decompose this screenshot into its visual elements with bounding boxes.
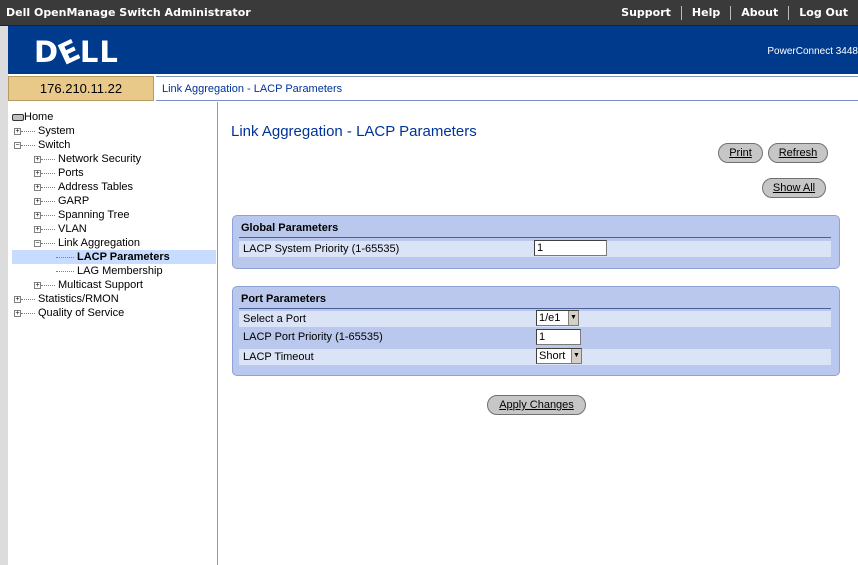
- tree-item-address-tables[interactable]: + Address Tables: [12, 180, 216, 194]
- product-model: PowerConnect 3448: [767, 46, 858, 57]
- nav-tree: Home + System − Switch + Network Security +…: [12, 110, 216, 320]
- tree-item-system[interactable]: + System: [12, 124, 216, 138]
- brand-bar: DELL PowerConnect 3448: [0, 26, 858, 74]
- timeout-row: LACP Timeout: [239, 349, 831, 365]
- tree-item-switch[interactable]: − Switch: [12, 138, 216, 152]
- expand-icon[interactable]: +: [34, 211, 41, 219]
- left-border: [0, 26, 8, 565]
- tree-item-multicast-support[interactable]: + Multicast Support: [12, 278, 216, 292]
- tree-item-vlan[interactable]: + VLAN: [12, 222, 216, 236]
- about-link[interactable]: About: [730, 6, 788, 20]
- breadcrumb-text: Link Aggregation - LACP Parameters: [162, 83, 343, 95]
- tree-item-network-security[interactable]: + Network Security: [12, 152, 216, 166]
- select-port-label: Select a Port: [243, 313, 306, 325]
- port-priority-label: LACP Port Priority (1-65535): [243, 331, 383, 343]
- timeout-dropdown[interactable]: Short ▼: [536, 348, 582, 364]
- tree-item-ports[interactable]: + Ports: [12, 166, 216, 180]
- support-link[interactable]: Support: [611, 6, 681, 20]
- port-priority-row: LACP Port Priority (1-65535): [239, 329, 831, 345]
- tree-item-lacp-parameters[interactable]: LACP Parameters: [12, 250, 216, 264]
- global-parameters-header: Global Parameters: [241, 222, 339, 234]
- show-all-button[interactable]: Show All: [762, 178, 826, 198]
- tree-item-home[interactable]: Home: [12, 110, 216, 124]
- expand-icon[interactable]: +: [34, 183, 41, 191]
- home-icon: [12, 113, 24, 121]
- device-ip: 176.210.11.22: [8, 76, 154, 101]
- logout-link[interactable]: Log Out: [788, 6, 858, 20]
- port-priority-input[interactable]: 1: [536, 329, 581, 345]
- collapse-icon[interactable]: −: [34, 239, 41, 247]
- print-button[interactable]: Print: [718, 143, 763, 163]
- tree-item-statistics-rmon[interactable]: + Statistics/RMON: [12, 292, 216, 306]
- expand-icon[interactable]: +: [34, 155, 41, 163]
- select-port-dropdown[interactable]: 1/e1 ▼: [536, 310, 579, 326]
- expand-icon[interactable]: +: [34, 197, 41, 205]
- dropdown-arrow-icon: ▼: [568, 311, 578, 325]
- expand-icon[interactable]: +: [14, 295, 21, 303]
- navigation-frame: Home + System − Switch + Network Security +…: [8, 102, 218, 565]
- top-menu: Support Help About Log Out: [611, 0, 858, 26]
- dell-logo: DELL: [34, 32, 119, 72]
- dropdown-arrow-icon: ▼: [571, 349, 581, 363]
- select-port-row: Select a Port: [239, 311, 831, 327]
- expand-icon[interactable]: +: [34, 225, 41, 233]
- collapse-icon[interactable]: −: [14, 141, 21, 149]
- timeout-label: LACP Timeout: [243, 351, 314, 363]
- refresh-button[interactable]: Refresh: [768, 143, 828, 163]
- expand-icon[interactable]: +: [34, 169, 41, 177]
- page-title: Link Aggregation - LACP Parameters: [231, 123, 477, 140]
- expand-icon[interactable]: +: [14, 127, 21, 135]
- expand-icon[interactable]: +: [14, 309, 21, 317]
- port-parameters-header: Port Parameters: [241, 293, 326, 305]
- tree-item-lag-membership[interactable]: LAG Membership: [12, 264, 216, 278]
- system-priority-label: LACP System Priority (1-65535): [243, 243, 400, 255]
- help-link[interactable]: Help: [680, 6, 730, 20]
- apply-changes-button[interactable]: Apply Changes: [487, 395, 586, 415]
- tree-item-garp[interactable]: + GARP: [12, 194, 216, 208]
- app-title: Dell OpenManage Switch Administrator: [6, 6, 251, 19]
- top-menu-bar: Dell OpenManage Switch Administrator Sup…: [0, 0, 858, 26]
- tree-item-quality-of-service[interactable]: + Quality of Service: [12, 306, 216, 320]
- breadcrumb: Link Aggregation - LACP Parameters: [156, 76, 858, 101]
- system-priority-input[interactable]: 1: [534, 240, 607, 256]
- tree-item-spanning-tree[interactable]: + Spanning Tree: [12, 208, 216, 222]
- expand-icon[interactable]: +: [34, 281, 41, 289]
- tree-item-link-aggregation[interactable]: − Link Aggregation: [12, 236, 216, 250]
